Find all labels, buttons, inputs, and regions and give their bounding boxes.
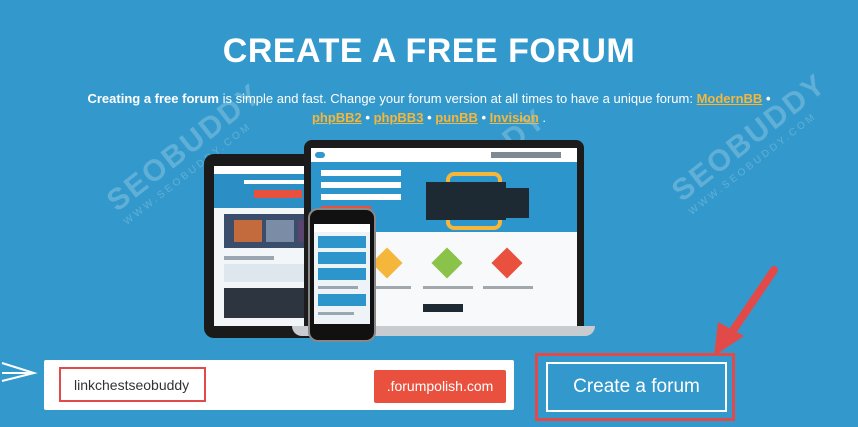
version-link-invision[interactable]: Invision [490, 110, 539, 125]
version-link-modernbb[interactable]: ModernBB [697, 91, 763, 106]
highlight-box-button [535, 353, 735, 421]
description-end: . [542, 110, 547, 125]
separator: • [365, 110, 370, 125]
description-text: is simple and fast. Change your forum ve… [218, 91, 697, 106]
separator: • [427, 110, 432, 125]
separator: • [765, 91, 771, 106]
version-link-punbb[interactable]: punBB [435, 110, 478, 125]
version-link-phpbb2[interactable]: phpBB2 [312, 110, 362, 125]
highlight-box-input [59, 367, 206, 402]
separator: • [481, 110, 487, 125]
domain-suffix-label: .forumpolish.com [374, 370, 506, 403]
version-link-phpbb3[interactable]: phpBB3 [374, 110, 424, 125]
devices-illustration [200, 138, 595, 345]
swoosh-decoration [1, 362, 38, 382]
phone-mockup [308, 208, 376, 342]
arrow-annotation-icon [714, 266, 778, 356]
description-bold: Creating a free forum [87, 91, 219, 106]
page-description: Creating a free forum is simple and fast… [20, 89, 838, 127]
page-title: CREATE A FREE FORUM [222, 32, 636, 70]
